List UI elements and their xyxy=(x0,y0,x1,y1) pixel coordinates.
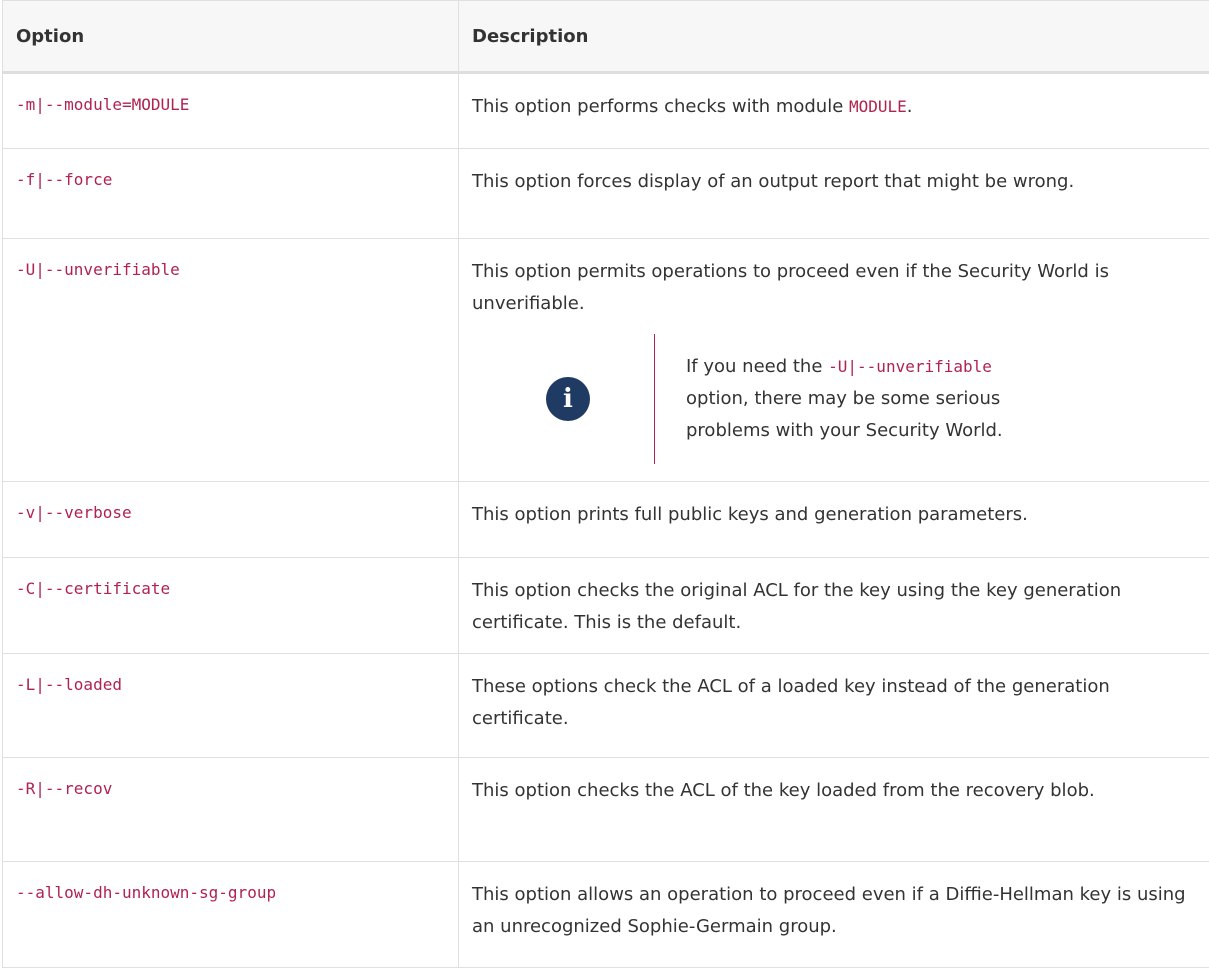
info-icon: i xyxy=(546,377,590,421)
note-code: -U|--unverifiable xyxy=(828,357,992,376)
option-cell: -f|--force xyxy=(3,149,459,239)
option-cell: -L|--loaded xyxy=(3,654,459,758)
description-cell: This option checks the original ACL for … xyxy=(459,558,1209,654)
table-row: -C|--certificate This option checks the … xyxy=(3,558,1209,654)
option-name: -U|--unverifiable xyxy=(16,260,180,279)
description-cell: This option allows an operation to proce… xyxy=(459,862,1209,968)
note-suffix: option, there may be some serious proble… xyxy=(686,388,1003,441)
description-cell: This option prints full public keys and … xyxy=(459,482,1209,558)
header-option: Option xyxy=(3,1,459,73)
note-text: If you need the -U|--unverifiable option… xyxy=(686,351,1026,447)
option-cell: -v|--verbose xyxy=(3,482,459,558)
module-code: MODULE xyxy=(849,97,907,116)
description-text: These options check the ACL of a loaded … xyxy=(472,671,1207,735)
option-name: -f|--force xyxy=(16,170,112,189)
option-name: -v|--verbose xyxy=(16,503,132,522)
option-name: -C|--certificate xyxy=(16,579,170,598)
description-text: This option permits operations to procee… xyxy=(472,256,1207,320)
option-cell: -C|--certificate xyxy=(3,558,459,654)
description-suffix: . xyxy=(907,96,913,117)
note-icon-cell: i xyxy=(472,334,655,464)
option-name: -R|--recov xyxy=(16,779,112,798)
description-cell: This option forces display of an output … xyxy=(459,149,1209,239)
description-text: This option prints full public keys and … xyxy=(472,499,1207,531)
description-cell: This option performs checks with module … xyxy=(459,73,1209,149)
note-prefix: If you need the xyxy=(686,356,828,377)
note-admonition: i If you need the -U|--unverifiable opti… xyxy=(472,334,1209,464)
description-cell: This option permits operations to procee… xyxy=(459,239,1209,482)
description-cell: This option checks the ACL of the key lo… xyxy=(459,758,1209,862)
description-text: This option allows an operation to proce… xyxy=(472,879,1207,943)
option-cell: --allow-dh-unknown-sg-group xyxy=(3,862,459,968)
options-table-container: Option Description -m|--module=MODULE Th… xyxy=(0,0,1209,961)
option-cell: -R|--recov xyxy=(3,758,459,862)
table-header: Option Description xyxy=(3,1,1209,73)
table-row: -R|--recov This option checks the ACL of… xyxy=(3,758,1209,862)
option-name: --allow-dh-unknown-sg-group xyxy=(16,883,276,902)
table-row: -v|--verbose This option prints full pub… xyxy=(3,482,1209,558)
description-text: This option checks the original ACL for … xyxy=(472,575,1207,639)
table-row: -U|--unverifiable This option permits op… xyxy=(3,239,1209,482)
table-row: -m|--module=MODULE This option performs … xyxy=(3,73,1209,149)
description-text: This option checks the ACL of the key lo… xyxy=(472,775,1207,807)
option-cell: -m|--module=MODULE xyxy=(3,73,459,149)
table-row: -f|--force This option forces display of… xyxy=(3,149,1209,239)
description-cell: These options check the ACL of a loaded … xyxy=(459,654,1209,758)
table-row: -L|--loaded These options check the ACL … xyxy=(3,654,1209,758)
option-name: -L|--loaded xyxy=(16,675,122,694)
header-row: Option Description xyxy=(3,1,1209,73)
option-cell: -U|--unverifiable xyxy=(3,239,459,482)
header-description: Description xyxy=(459,1,1209,73)
description-text: This option performs checks with module … xyxy=(472,91,1207,123)
description-text: This option forces display of an output … xyxy=(472,166,1207,198)
options-table: Option Description -m|--module=MODULE Th… xyxy=(2,0,1209,968)
description-prefix: This option performs checks with module xyxy=(472,96,849,117)
option-name: -m|--module=MODULE xyxy=(16,95,189,114)
table-row: --allow-dh-unknown-sg-group This option … xyxy=(3,862,1209,968)
